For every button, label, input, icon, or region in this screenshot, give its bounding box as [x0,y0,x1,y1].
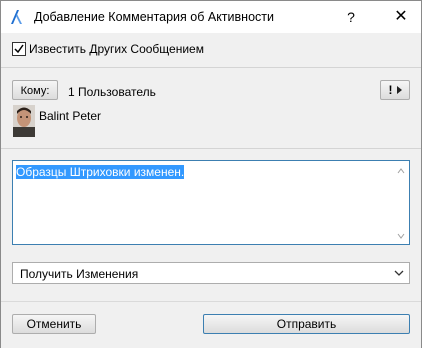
exclamation-icon: ! [388,83,393,97]
chevron-down-icon [394,270,404,276]
help-button[interactable]: ? [339,7,363,27]
checkmark-icon [14,44,24,54]
action-select-value: Получить Изменения [20,267,139,281]
chevron-right-icon [396,86,402,94]
send-button[interactable]: Отправить [203,314,410,334]
notify-others-checkbox-row[interactable]: Известить Других Сообщением [12,41,204,57]
divider [1,67,421,68]
priority-flag-button[interactable]: ! [380,80,410,100]
recipient-user-name: Balint Peter [39,109,102,123]
divider [1,148,421,149]
cancel-button[interactable]: Отменить [12,314,96,334]
recipients-count: 1 Пользователь [68,85,156,99]
window-title: Добавление Комментария об Активности [34,10,274,24]
comment-textarea[interactable]: Образцы Штриховки изменен. [12,160,410,245]
action-select[interactable]: Получить Изменения [12,262,410,284]
archicad-app-icon [9,9,25,25]
scroll-down-icon[interactable] [397,232,405,240]
avatar [13,105,35,137]
title-bar: Добавление Комментария об Активности ? ✕ [1,1,421,33]
close-button[interactable]: ✕ [389,7,413,27]
comment-text: Образцы Штриховки изменен. [16,165,185,179]
notify-others-label: Известить Других Сообщением [29,42,204,56]
selected-comment-text: Образцы Штриховки изменен. [16,165,185,179]
scroll-up-icon[interactable] [397,167,405,175]
to-button[interactable]: Кому: [12,80,58,100]
dialog-window: Добавление Комментария об Активности ? ✕… [0,0,422,348]
dialog-footer: Отменить Отправить [1,301,421,348]
notify-others-checkbox[interactable] [12,42,26,56]
